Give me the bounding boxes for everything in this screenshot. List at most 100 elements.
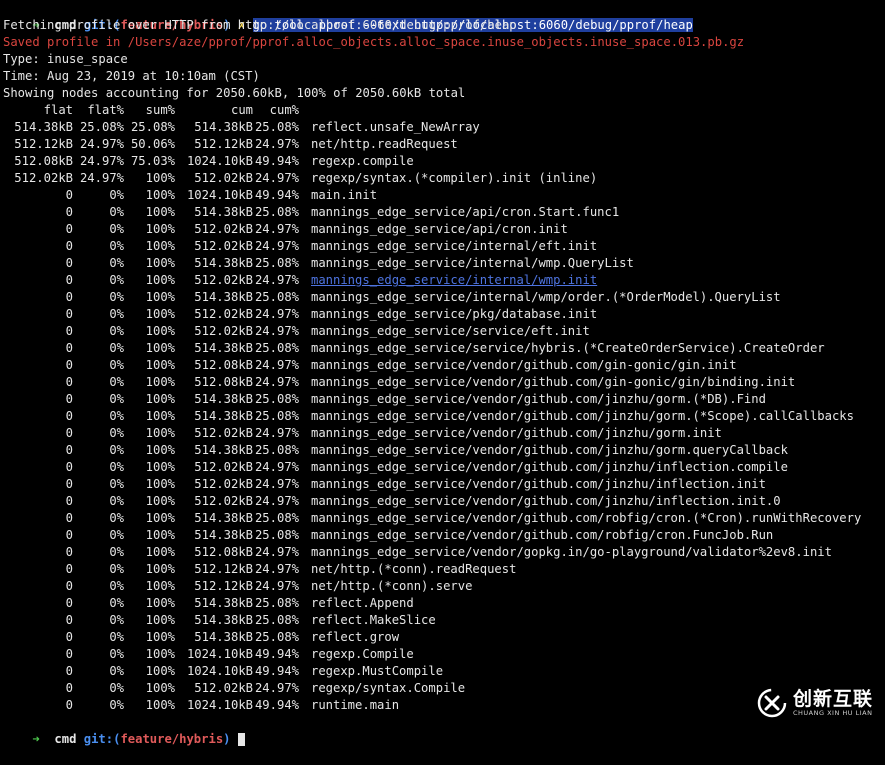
table-row: 0 0% 100% 512.02kB 24.97% mannings_edge_servi…: [3, 476, 885, 493]
cell-flat-percent: 0%: [109, 477, 124, 491]
cell-function-name: reflect.unsafe_NewArray: [311, 120, 480, 134]
cell-function-name: net/http.(*conn).readRequest: [311, 562, 517, 576]
header-cum-percent: cum%: [269, 103, 299, 117]
cell-cum-percent: 25.08%: [254, 341, 299, 355]
terminal-window[interactable]: ➜ cmd git:(feature/hybris) ✗ go tool ppr…: [3, 0, 885, 746]
cell-sum-percent: 100%: [145, 409, 175, 423]
cell-flat-percent: 24.97%: [79, 154, 124, 168]
cell-function-name: mannings_edge_service/vendor/github.com/…: [311, 426, 722, 440]
cell-cum: 512.02kB: [194, 460, 253, 474]
cell-cum: 512.08kB: [194, 375, 253, 389]
cell-function-name: regexp.Compile: [311, 647, 414, 661]
cell-cum-percent: 49.94%: [254, 664, 299, 678]
cell-sum-percent: 100%: [145, 460, 175, 474]
cell-sum-percent: 100%: [145, 426, 175, 440]
cell-function-name: mannings_edge_service/internal/wmp/order…: [311, 290, 781, 304]
table-row: 512.02kB 24.97% 100% 512.02kB 24.97% regexp/s…: [3, 170, 885, 187]
cell-flat: 0: [65, 630, 73, 644]
cell-function-name: mannings_edge_service/vendor/github.com/…: [311, 409, 854, 423]
header-flat-percent: flat%: [87, 103, 124, 117]
showing-line: Showing nodes accounting for 2050.60kB, …: [3, 86, 466, 100]
cell-sum-percent: 100%: [145, 647, 175, 661]
cell-cum-percent: 49.94%: [254, 647, 299, 661]
table-row: 0 0% 100% 514.38kB 25.08% reflect.Append: [3, 595, 885, 612]
cell-flat-percent: 0%: [109, 426, 124, 440]
cell-function-name[interactable]: mannings_edge_service/internal/wmp.init: [299, 272, 597, 289]
cell-cum-percent: 25.08%: [254, 596, 299, 610]
cell-cum-percent: 24.97%: [254, 358, 299, 372]
cell-function-name: mannings_edge_service/service/eft.init: [311, 324, 590, 338]
cell-flat: 0: [65, 290, 73, 304]
cell-flat: 0: [65, 239, 73, 253]
cell-sum-percent: 100%: [145, 324, 175, 338]
table-row: 514.38kB 25.08% 25.08% 514.38kB 25.08% reflec…: [3, 119, 885, 136]
cell-cum: 1024.10kB: [186, 188, 253, 202]
cell-flat: 0: [65, 358, 73, 372]
cell-cum: 512.08kB: [194, 358, 253, 372]
cell-cum: 512.02kB: [194, 222, 253, 236]
cell-flat: 0: [65, 273, 73, 287]
cell-function-name: net/http.(*conn).serve: [311, 579, 473, 593]
cell-flat: 512.12kB: [14, 137, 73, 151]
table-row: 0 0% 100% 512.02kB 24.97% mannings_edge_servi…: [3, 221, 885, 238]
cell-flat-percent: 0%: [109, 511, 124, 525]
terminal-cursor[interactable]: [237, 733, 245, 746]
cell-cum-percent: 25.08%: [254, 205, 299, 219]
cell-sum-percent: 100%: [145, 375, 175, 389]
cell-flat: 0: [65, 681, 73, 695]
table-row: 0 0% 100% 512.02kB 24.97% mannings_edge_servi…: [3, 425, 885, 442]
cell-flat-percent: 0%: [109, 205, 124, 219]
cell-sum-percent: 100%: [145, 528, 175, 542]
cell-cum-percent: 24.97%: [254, 579, 299, 593]
cell-flat: 0: [65, 647, 73, 661]
cell-flat-percent: 0%: [109, 239, 124, 253]
cell-cum-percent: 25.08%: [254, 290, 299, 304]
cell-flat-percent: 24.97%: [79, 171, 124, 185]
table-row: 0 0% 100% 512.02kB 24.97% mannings_edge_servi…: [3, 459, 885, 476]
cell-function-name: reflect.MakeSlice: [311, 613, 436, 627]
cell-flat-percent: 24.97%: [79, 137, 124, 151]
table-row: 0 0% 100% 512.02kB 24.97% mannings_edge_servi…: [3, 306, 885, 323]
cell-cum-percent: 24.97%: [254, 681, 299, 695]
cell-sum-percent: 100%: [145, 171, 175, 185]
cell-flat: 0: [65, 528, 73, 542]
table-row: 0 0% 100% 1024.10kB 49.94% regexp.MustCompile: [3, 663, 885, 680]
cell-sum-percent: 100%: [145, 511, 175, 525]
cell-cum: 512.08kB: [194, 545, 253, 559]
cell-cum: 512.02kB: [194, 239, 253, 253]
cell-cum-percent: 24.97%: [254, 137, 299, 151]
cell-cum-percent: 24.97%: [254, 171, 299, 185]
cell-function-name: mannings_edge_service/api/cron.Start.fun…: [311, 205, 620, 219]
cell-function-name: reflect.grow: [311, 630, 400, 644]
cell-function-name: regexp.compile: [311, 154, 414, 168]
profile-table: 514.38kB 25.08% 25.08% 514.38kB 25.08% reflec…: [3, 119, 885, 714]
cell-sum-percent: 100%: [145, 273, 175, 287]
cell-flat: 0: [65, 511, 73, 525]
cell-flat-percent: 0%: [109, 613, 124, 627]
cell-flat-percent: 0%: [109, 681, 124, 695]
cell-cum: 512.02kB: [194, 477, 253, 491]
cell-cum: 512.12kB: [194, 579, 253, 593]
cell-flat-percent: 0%: [109, 273, 124, 287]
cell-flat: 0: [65, 205, 73, 219]
header-sum-percent: sum%: [145, 103, 175, 117]
cell-flat: 0: [65, 443, 73, 457]
cell-cum-percent: 25.08%: [254, 630, 299, 644]
cell-cum: 514.38kB: [194, 630, 253, 644]
cell-cum-percent: 24.97%: [254, 426, 299, 440]
table-row: 0 0% 100% 1024.10kB 49.94% main.init: [3, 187, 885, 204]
cell-cum: 514.38kB: [194, 613, 253, 627]
cell-cum-percent: 24.97%: [254, 222, 299, 236]
cell-cum-percent: 49.94%: [254, 698, 299, 712]
cell-flat-percent: 0%: [109, 664, 124, 678]
cell-cum: 1024.10kB: [186, 154, 253, 168]
cell-function-name: main.init: [311, 188, 378, 202]
table-row: 0 0% 100% 514.38kB 25.08% mannings_edge_servi…: [3, 340, 885, 357]
cell-function-name: mannings_edge_service/vendor/github.com/…: [311, 528, 774, 542]
cell-flat: 0: [65, 579, 73, 593]
cell-cum-percent: 25.08%: [254, 392, 299, 406]
cell-cum: 514.38kB: [194, 341, 253, 355]
cell-cum: 514.38kB: [194, 511, 253, 525]
cell-cum: 512.12kB: [194, 137, 253, 151]
cell-flat: 0: [65, 596, 73, 610]
